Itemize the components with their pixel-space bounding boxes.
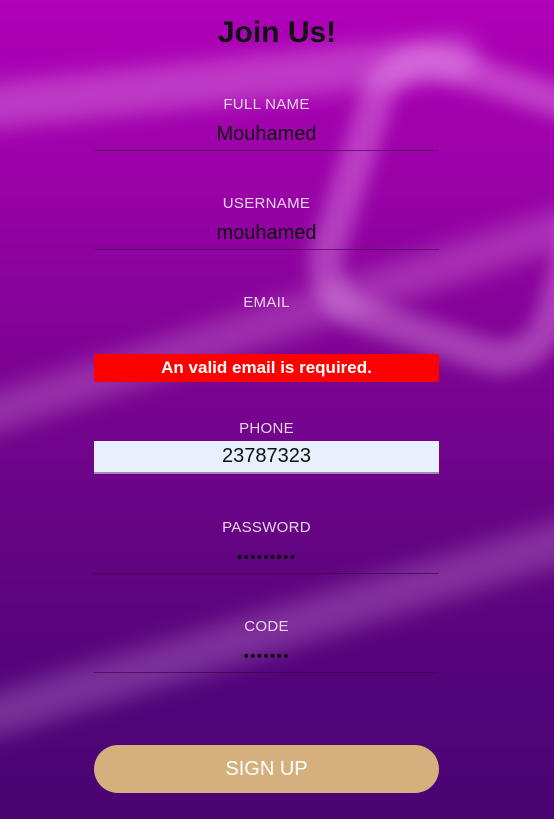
full-name-field: FULL NAME	[94, 96, 439, 151]
email-label: EMAIL	[243, 294, 290, 311]
sign-up-button[interactable]: SIGN UP	[94, 745, 439, 793]
password-input[interactable]	[94, 542, 439, 574]
full-name-label: FULL NAME	[223, 96, 310, 113]
code-input[interactable]	[94, 641, 439, 673]
phone-field: PHONE	[94, 420, 439, 474]
signup-form: Join Us! FULL NAME USERNAME EMAIL An val…	[0, 0, 554, 819]
username-field: USERNAME	[94, 195, 439, 250]
code-field: CODE	[94, 618, 439, 673]
phone-input[interactable]	[94, 441, 439, 474]
phone-label: PHONE	[239, 420, 294, 437]
code-label: CODE	[244, 618, 289, 635]
username-input[interactable]	[94, 218, 439, 250]
password-label: PASSWORD	[222, 519, 311, 536]
email-error-message: An valid email is required.	[94, 354, 439, 382]
full-name-input[interactable]	[94, 119, 439, 151]
page-title: Join Us!	[217, 16, 337, 49]
password-field: PASSWORD	[94, 519, 439, 574]
email-input[interactable]	[94, 317, 439, 349]
email-field: EMAIL	[94, 294, 439, 349]
username-label: USERNAME	[222, 195, 311, 212]
